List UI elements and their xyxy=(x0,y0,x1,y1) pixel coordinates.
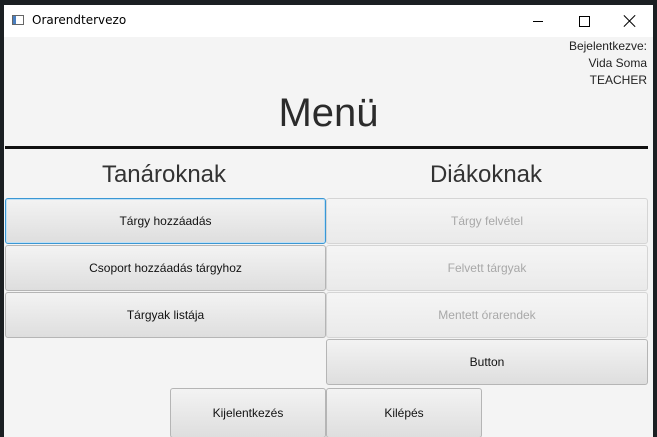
exit-button[interactable]: Kilépés xyxy=(326,388,482,437)
enroll-subject-button[interactable]: Tárgy felvétel xyxy=(326,198,648,244)
enrolled-subjects-button[interactable]: Felvett tárgyak xyxy=(326,245,648,291)
students-heading: Diákoknak xyxy=(429,161,543,188)
app-icon xyxy=(12,15,24,25)
login-label: Bejelentkezve: xyxy=(568,39,647,53)
subject-list-button[interactable]: Tárgyak listája xyxy=(5,292,326,338)
page-title: Menü xyxy=(278,91,379,135)
logout-button[interactable]: Kijelentkezés xyxy=(170,388,326,437)
close-button[interactable] xyxy=(607,5,653,37)
app-window: Orarendtervezo Bejelentkezve: Vida Soma … xyxy=(4,5,653,437)
add-group-to-subject-button[interactable]: Csoport hozzáadás tárgyhoz xyxy=(5,245,326,291)
teachers-heading: Tanároknak xyxy=(101,161,227,188)
maximize-button[interactable] xyxy=(561,5,607,37)
close-icon xyxy=(624,15,636,27)
window-title: Orarendtervezo xyxy=(32,13,127,27)
title-divider xyxy=(5,146,648,149)
minimize-button[interactable] xyxy=(515,5,561,37)
add-subject-button[interactable]: Tárgy hozzáadás xyxy=(5,198,326,244)
title-bar[interactable]: Orarendtervezo xyxy=(4,5,653,37)
saved-timetables-button[interactable]: Mentett órarendek xyxy=(326,292,648,338)
maximize-icon xyxy=(578,15,590,27)
generic-button[interactable]: Button xyxy=(326,339,648,385)
minimize-icon xyxy=(533,20,543,22)
login-info: Bejelentkezve: Vida Soma TEACHER xyxy=(569,38,647,89)
login-user-name: Vida Soma xyxy=(588,56,647,70)
login-user-role: TEACHER xyxy=(589,73,647,87)
